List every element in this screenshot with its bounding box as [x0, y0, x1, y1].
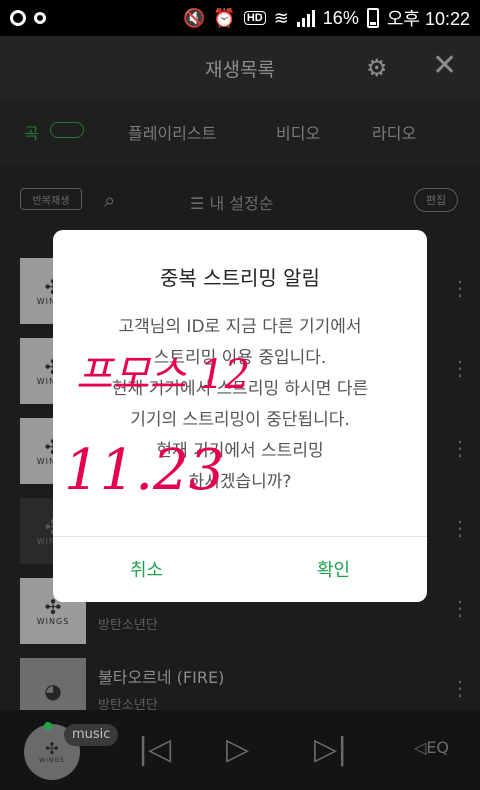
hd-icon: HD — [243, 11, 266, 25]
signal-icon — [296, 9, 315, 27]
tab-bar: 곡 플레이리스트 비디오 라디오 — [0, 100, 480, 166]
more-icon[interactable]: ⋮ — [450, 356, 470, 380]
dialog-message: 고객님의 ID로 지금 다른 기기에서 스트리밍 이용 중입니다. 현재 기기에… — [111, 317, 369, 492]
page-title: 재생목록 — [205, 58, 275, 81]
previous-icon[interactable]: |◁ — [138, 732, 171, 767]
list-item[interactable]: ◕ 불타오르네 (FIRE) 방탄소년단 ⋮ — [0, 650, 480, 710]
search-icon[interactable]: ⌕ — [104, 188, 115, 212]
app-dot-icon — [34, 12, 46, 24]
wings-logo-icon: ✣ — [45, 738, 59, 758]
wifi-icon: ≋ — [273, 7, 289, 28]
status-bar: 🔇 ⏰ HD ≋ 16% 오후 10:22 — [0, 0, 480, 36]
more-icon[interactable]: ⋮ — [450, 436, 470, 460]
playing-indicator — [44, 722, 52, 730]
gear-icon[interactable]: ⚙ — [366, 54, 388, 82]
more-icon[interactable]: ⋮ — [450, 516, 470, 540]
tab-videos[interactable]: 비디오 — [276, 120, 320, 144]
list-toolbar: 반복재생 ⌕ ☰ 내 설정순 편집 — [0, 172, 480, 228]
edit-button[interactable]: 편집 — [414, 188, 458, 212]
battery-percent: 16% — [322, 7, 359, 28]
dialog-title: 중복 스트리밍 알림 — [160, 266, 320, 290]
mini-player: ✣ WINGS music |◁ ▷ ▷| ◁EQ — [0, 710, 480, 790]
cancel-button[interactable]: 취소 — [53, 536, 240, 602]
more-icon[interactable]: ⋮ — [450, 596, 470, 620]
playlist-header: 재생목록 ⚙ ✕ — [0, 36, 480, 100]
clock: 오후 10:22 — [386, 9, 470, 29]
tab-radio[interactable]: 라디오 — [372, 120, 416, 144]
app-ring-icon — [10, 10, 26, 26]
play-icon[interactable]: ▷ — [226, 732, 249, 767]
more-icon[interactable]: ⋮ — [450, 676, 470, 700]
album-art: ◕ — [20, 658, 86, 710]
tab-playlists[interactable]: 플레이리스트 — [128, 120, 216, 144]
speaker-icon: ◁ — [414, 738, 427, 757]
eq-button[interactable]: ◁EQ — [414, 738, 449, 757]
confirm-button[interactable]: 확인 — [240, 536, 427, 602]
artist-name: 방탄소년단 — [98, 618, 158, 633]
artist-name: 방탄소년단 — [98, 698, 158, 710]
sort-label: 내 설정순 — [209, 194, 274, 213]
song-title: 불타오르네 (FIRE) — [98, 668, 225, 687]
duplicate-streaming-dialog: 중복 스트리밍 알림 고객님의 ID로 지금 다른 기기에서 스트리밍 이용 중… — [53, 230, 427, 602]
balloon-icon: ◕ — [44, 679, 62, 703]
next-icon[interactable]: ▷| — [314, 732, 347, 767]
more-icon[interactable]: ⋮ — [450, 276, 470, 300]
music-tag: music — [64, 724, 119, 746]
battery-icon — [366, 8, 379, 28]
sort-icon: ☰ — [190, 194, 210, 213]
mute-icon: 🔇 — [182, 7, 206, 28]
tab-songs[interactable]: 곡 — [24, 120, 39, 144]
tab-songs-count-badge — [50, 122, 84, 138]
alarm-icon: ⏰ — [213, 7, 236, 28]
sort-button[interactable]: ☰ 내 설정순 — [190, 190, 273, 214]
repeat-button[interactable]: 반복재생 — [20, 188, 82, 210]
close-icon[interactable]: ✕ — [432, 48, 457, 83]
